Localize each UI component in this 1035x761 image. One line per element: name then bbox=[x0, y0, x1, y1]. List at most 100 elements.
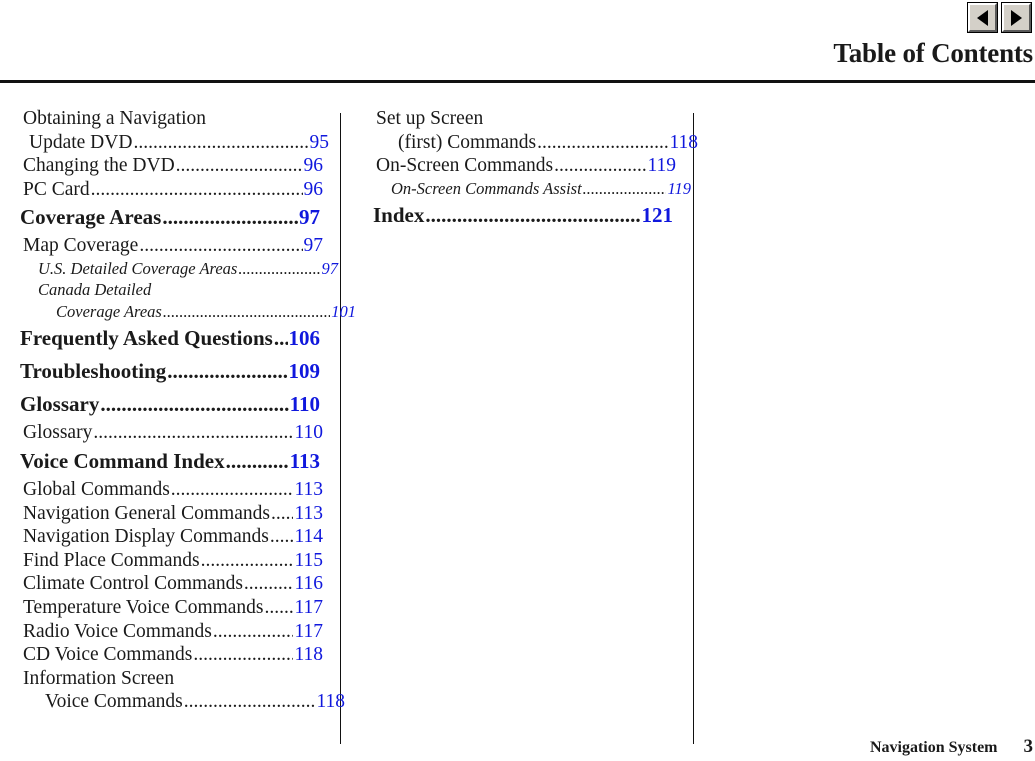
toc-entry[interactable]: Coverage Areas 97 bbox=[20, 201, 320, 234]
toc-entry[interactable]: Map Coverage 97 bbox=[20, 234, 323, 258]
toc-page-number: 109 bbox=[288, 359, 321, 384]
toc-leader-dots bbox=[271, 502, 294, 526]
toc-leader-dots bbox=[171, 478, 294, 502]
toc-page-number: 113 bbox=[294, 479, 323, 501]
toc-entry-label: Index bbox=[373, 203, 425, 228]
toc-entry[interactable]: U.S. Detailed Coverage Areas 97 bbox=[20, 258, 338, 280]
toc-entry[interactable]: (first) Commands 118 bbox=[373, 131, 698, 155]
toc-column-right: Set up Screen(first) Commands118On-Scree… bbox=[373, 107, 698, 232]
toc-leader-dots bbox=[425, 199, 640, 232]
toc-page-number: 113 bbox=[289, 449, 320, 474]
toc-entry[interactable]: Index 121 bbox=[373, 199, 673, 232]
toc-entry[interactable]: Changing the DVD 96 bbox=[20, 154, 323, 178]
toc-entry[interactable]: Update DVD 95 bbox=[20, 131, 329, 155]
toc-page-number: 96 bbox=[303, 178, 324, 200]
toc-page-number: 114 bbox=[294, 526, 323, 548]
toc-entry[interactable]: Glossary 110 bbox=[20, 421, 323, 445]
toc-entry-label: Coverage Areas bbox=[20, 205, 162, 230]
column-divider-left bbox=[340, 113, 341, 744]
toc-entry-label: Information Screen bbox=[23, 667, 175, 689]
toc-entry-label: Climate Control Commands bbox=[23, 573, 243, 595]
toc-leader-dots bbox=[100, 388, 288, 421]
toc-entry[interactable]: Climate Control Commands 116 bbox=[20, 572, 323, 596]
toc-entry-label: Global Commands bbox=[23, 479, 170, 501]
toc-page-number: 115 bbox=[294, 549, 323, 571]
footer-page-number: 3 bbox=[1023, 736, 1034, 757]
toc-entry[interactable]: Voice Commands 118 bbox=[20, 690, 345, 714]
toc-entry[interactable]: Voice Command Index 113 bbox=[20, 445, 320, 478]
toc-entry[interactable]: PC Card 96 bbox=[20, 178, 323, 202]
toc-page-number: 106 bbox=[288, 326, 321, 351]
toc-entry-label: Obtaining a Navigation bbox=[23, 108, 207, 129]
toc-leader-dots bbox=[133, 131, 308, 155]
page-title: Table of Contents bbox=[833, 38, 1033, 68]
toc-entry[interactable]: Navigation General Commands 113 bbox=[20, 502, 323, 526]
toc-page-number: 95 bbox=[309, 131, 330, 153]
toc-entry-text: Canada Detailed bbox=[20, 279, 320, 301]
toc-entry-label: Troubleshooting bbox=[20, 359, 167, 384]
toc-page-number: 110 bbox=[289, 392, 320, 417]
toc-entry-label: Glossary bbox=[20, 392, 100, 417]
toc-entry-label: Canada Detailed bbox=[38, 280, 152, 300]
toc-leader-dots bbox=[91, 178, 303, 202]
toc-entry-label: On-Screen Commands bbox=[376, 155, 554, 177]
toc-entry-label: Frequently Asked Questions bbox=[20, 326, 273, 351]
toc-leader-dots bbox=[238, 258, 320, 280]
toc-page-number: 117 bbox=[294, 597, 323, 619]
toc-entry-label: CD Voice Commands bbox=[23, 644, 193, 666]
toc-entry-text: Set up Screen bbox=[373, 107, 673, 131]
toc-entry[interactable]: On-Screen Commands 119 bbox=[373, 154, 676, 178]
toc-leader-dots bbox=[537, 131, 668, 155]
toc-entry-label: (first) Commands bbox=[398, 131, 537, 153]
toc-entry[interactable]: Temperature Voice Commands 117 bbox=[20, 596, 323, 620]
toc-page-number: 110 bbox=[294, 422, 323, 444]
toc-leader-dots bbox=[201, 549, 294, 573]
toc-entry-label: Voice Command Index bbox=[20, 449, 225, 474]
toc-entry[interactable]: On-Screen Commands Assist 119 bbox=[373, 178, 691, 200]
toc-page-number: 97 bbox=[321, 258, 339, 278]
toc-entry[interactable]: Navigation Display Commands 114 bbox=[20, 525, 323, 549]
toc-entry-label: U.S. Detailed Coverage Areas bbox=[38, 258, 238, 278]
toc-page-number: 117 bbox=[294, 620, 323, 642]
toc-leader-dots bbox=[163, 301, 330, 323]
toc-page-number: 118 bbox=[316, 691, 345, 713]
toc-page-number: 118 bbox=[294, 644, 323, 666]
previous-page-button[interactable] bbox=[968, 3, 997, 32]
next-page-button[interactable] bbox=[1002, 3, 1031, 32]
toc-entry-label: Voice Commands bbox=[45, 691, 183, 713]
toc-entry[interactable]: Glossary 110 bbox=[20, 388, 320, 421]
triangle-left-icon bbox=[977, 9, 988, 26]
footer-document-title: Navigation System bbox=[869, 739, 998, 756]
toc-entry[interactable]: Coverage Areas 101 bbox=[20, 301, 356, 323]
toc-leader-dots bbox=[213, 620, 294, 644]
toc-entry[interactable]: Frequently Asked Questions 106 bbox=[20, 322, 320, 355]
toc-leader-dots bbox=[270, 525, 294, 549]
toc-columns: Obtaining a NavigationUpdate DVD95Changi… bbox=[0, 107, 1035, 744]
toc-leader-dots bbox=[244, 572, 294, 596]
toc-entry[interactable]: Find Place Commands 115 bbox=[20, 549, 323, 573]
toc-entry[interactable]: Troubleshooting 109 bbox=[20, 355, 320, 388]
toc-leader-dots bbox=[93, 421, 293, 445]
toc-entry[interactable]: Radio Voice Commands 117 bbox=[20, 620, 323, 644]
toc-entry-label: Navigation General Commands bbox=[23, 502, 270, 524]
toc-entry-label: PC Card bbox=[23, 178, 90, 200]
toc-entry-label: Radio Voice Commands bbox=[23, 620, 212, 642]
toc-entry-text: Obtaining a Navigation bbox=[20, 107, 320, 131]
toc-entry-text: Information Screen bbox=[20, 667, 320, 691]
toc-entry-label: Glossary bbox=[23, 422, 93, 444]
toc-entry[interactable]: CD Voice Commands 118 bbox=[20, 643, 323, 667]
toc-entry-label: Set up Screen bbox=[376, 108, 484, 129]
toc-entry[interactable]: Global Commands 113 bbox=[20, 478, 323, 502]
toc-page-number: 119 bbox=[647, 155, 676, 177]
toc-leader-dots bbox=[583, 178, 667, 200]
toc-leader-dots bbox=[226, 445, 289, 478]
toc-page-number: 121 bbox=[641, 203, 674, 228]
toc-entry-label: Temperature Voice Commands bbox=[23, 597, 264, 619]
footer: Navigation System 3 bbox=[870, 736, 1033, 758]
header-rule bbox=[0, 80, 1035, 83]
toc-page-number: 119 bbox=[667, 178, 691, 198]
toc-leader-dots bbox=[193, 643, 293, 667]
toc-entry-label: On-Screen Commands Assist bbox=[391, 178, 582, 198]
toc-leader-dots bbox=[139, 234, 302, 258]
toc-page-number: 97 bbox=[303, 235, 324, 257]
